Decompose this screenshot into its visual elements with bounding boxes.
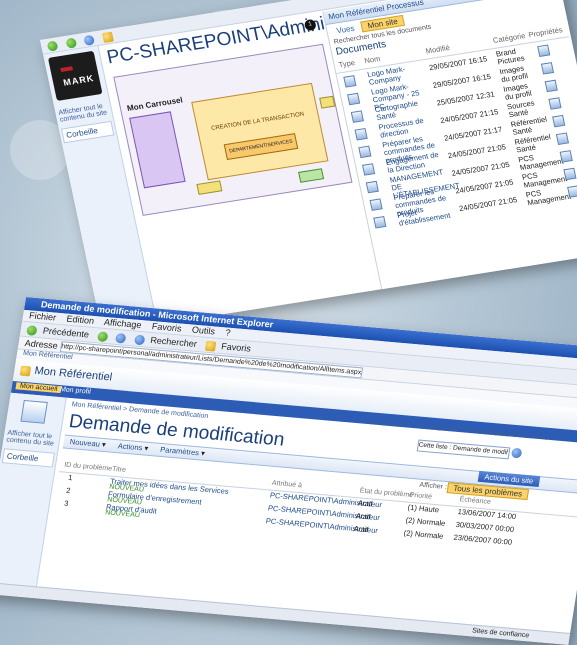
properties-icon[interactable] [567, 185, 577, 198]
diagram-node[interactable] [196, 180, 223, 195]
menu-item[interactable]: Affichage [103, 317, 142, 330]
favorites-button[interactable]: Favoris [221, 341, 252, 353]
process-diagram: Mon Carrousel CREATION DE LA TRANSACTION… [113, 43, 353, 216]
recycle-bin-link[interactable]: Corbeille [1, 448, 55, 468]
documents-panel: Mon Référentiel Processus Vues Mon site … [322, 0, 577, 290]
diagram-main-box[interactable]: CREATION DE LA TRANSACTION DEPARTEMENT/S… [191, 82, 329, 181]
document-icon [343, 75, 357, 88]
menu-item[interactable]: ? [225, 328, 232, 338]
properties-icon[interactable] [540, 62, 555, 75]
diagram-node[interactable] [298, 168, 325, 183]
issue-id: 3 [63, 498, 70, 508]
document-icon [373, 216, 387, 229]
refresh-icon[interactable] [115, 332, 127, 344]
back-arrow-icon[interactable] [46, 40, 59, 52]
tab-my-profile[interactable]: Mon profil [59, 386, 91, 396]
issue-priority: (2) Normale [405, 515, 447, 528]
back-button[interactable]: Précédente [42, 326, 90, 340]
issue-id: 1 [67, 472, 74, 483]
properties-icon[interactable] [552, 114, 566, 128]
issue-priority: (2) Normale [403, 528, 445, 541]
properties-icon[interactable] [555, 132, 570, 145]
actions-menu[interactable]: Actions [117, 441, 143, 452]
show-all-content-link[interactable]: Afficher tout le contenu du site [2, 426, 60, 451]
diagram-node[interactable] [319, 95, 336, 109]
settings-menu[interactable]: Paramètres [160, 445, 200, 457]
document-icon [354, 127, 368, 141]
properties-icon[interactable] [537, 44, 551, 57]
views-tab[interactable]: Vues [331, 23, 361, 36]
issue-status: Actif [357, 498, 374, 509]
my-links-link[interactable]: Mes liens [518, 432, 549, 441]
document-icon [369, 198, 383, 211]
issue-due: 30/03/2007 00:00 [455, 519, 515, 534]
my-site-link[interactable]: Mon site [490, 430, 518, 439]
tab-my-home[interactable]: Mon accueil [15, 382, 62, 394]
back-browser-window: MARK Afficher tout le contenu du site Co… [40, 0, 577, 334]
front-browser-window: Demande de modification - Microsoft Inte… [0, 297, 577, 645]
mark-logo: MARK [47, 50, 103, 101]
document-icon [365, 180, 379, 194]
issue-id: 2 [65, 485, 72, 496]
document-icon [350, 110, 364, 123]
site-name[interactable]: Mon Référentiel [34, 365, 113, 384]
site-logo-icon [19, 365, 32, 377]
search-input[interactable]: Cette liste : Demande de modif [416, 439, 511, 460]
home-icon[interactable] [83, 34, 96, 46]
search-button[interactable]: Rechercher [150, 335, 198, 349]
properties-icon[interactable] [548, 97, 562, 110]
document-category: PCS Management [524, 188, 572, 208]
back-arrow-icon[interactable] [26, 324, 38, 336]
search-icon[interactable] [133, 334, 146, 345]
issue-due: 23/06/2007 00:00 [452, 532, 513, 547]
status-zone: Sites de confiance [471, 627, 530, 640]
menu-item[interactable]: Fichier [28, 310, 57, 322]
menu-item[interactable]: Edition [66, 314, 95, 326]
search-icon[interactable] [510, 447, 523, 459]
diagram-title: Mon Carrousel [126, 95, 184, 113]
properties-icon[interactable] [559, 150, 573, 163]
favorites-icon[interactable] [101, 31, 114, 43]
forward-arrow-icon[interactable] [64, 37, 77, 49]
favorites-icon[interactable] [204, 340, 217, 352]
issue-priority: (1) Haute [407, 502, 440, 515]
issue-status: Actif [353, 524, 370, 535]
diagram-lane [129, 111, 186, 189]
document-icon [347, 92, 361, 106]
menu-item[interactable]: Outils [191, 325, 216, 337]
list-icon [20, 399, 48, 424]
document-icon [362, 163, 376, 176]
properties-icon[interactable] [563, 167, 577, 181]
status-bar: Sites de confiance [0, 581, 571, 645]
issue-status: Actif [355, 511, 372, 522]
new-menu[interactable]: Nouveau [69, 437, 100, 449]
forward-arrow-icon[interactable] [96, 330, 109, 342]
document-icon [358, 145, 372, 159]
address-label: Adresse [24, 338, 59, 351]
properties-icon[interactable] [544, 79, 558, 93]
view-label: Afficher : [418, 481, 448, 491]
menu-item[interactable]: Favoris [151, 321, 182, 333]
